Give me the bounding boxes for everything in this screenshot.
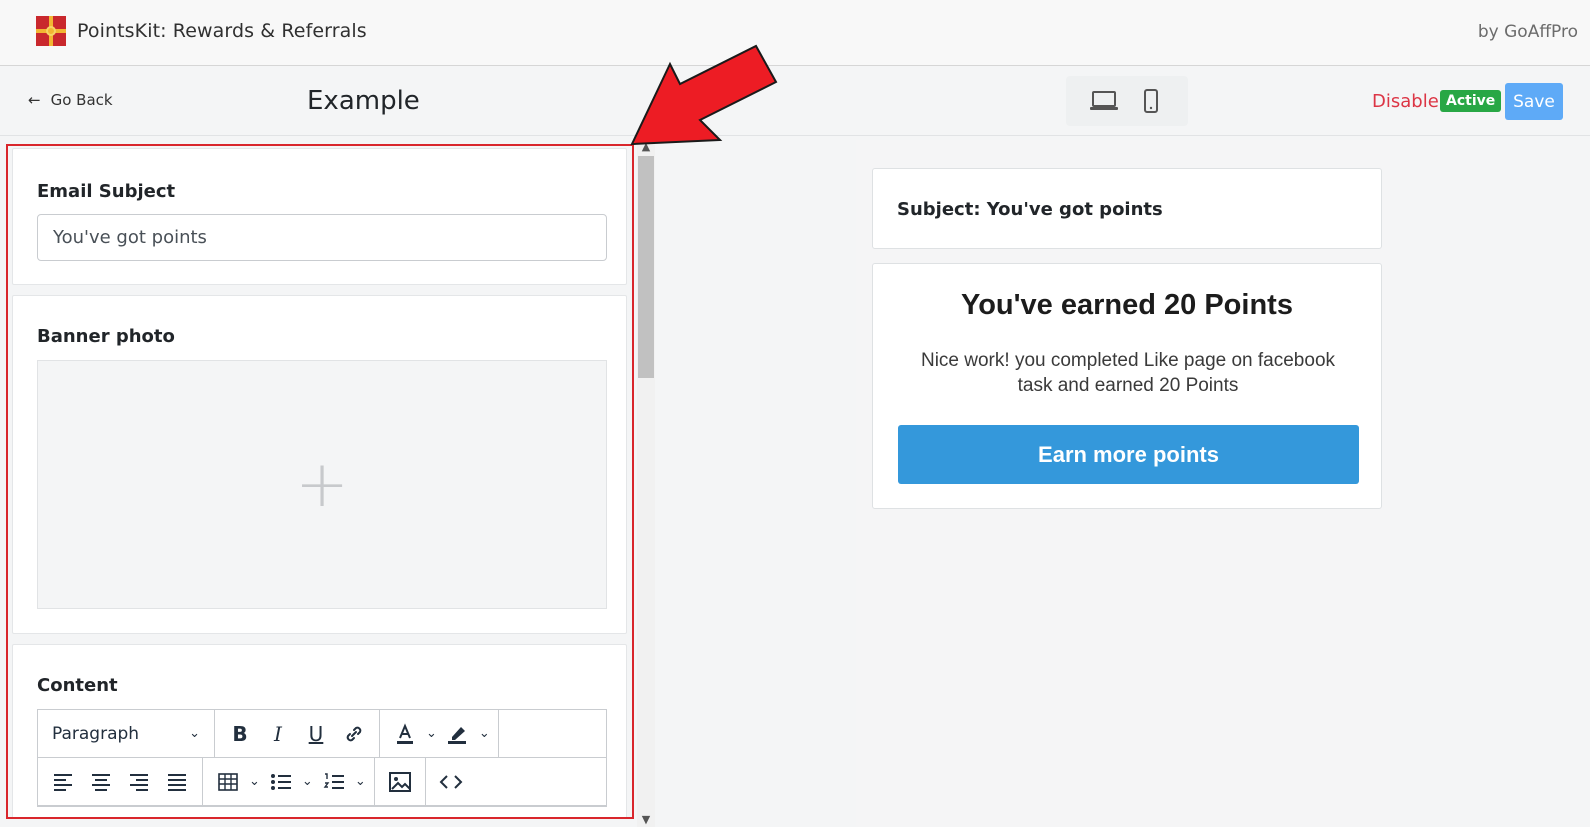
align-left-icon: [54, 773, 72, 791]
align-right-icon: [130, 773, 148, 791]
desktop-preview-button[interactable]: [1087, 86, 1121, 116]
editor-toolbar-row-1: Paragraph ⌄ B I U ⌄ ⌄: [38, 710, 606, 758]
go-back-button[interactable]: ← Go Back: [28, 91, 113, 109]
link-button[interactable]: [337, 717, 371, 751]
content-label: Content: [37, 675, 118, 696]
earn-more-points-button[interactable]: Earn more points: [898, 425, 1359, 484]
underline-icon: U: [308, 721, 324, 746]
banner-upload-dropzone[interactable]: +: [37, 360, 607, 609]
color-group: ⌄ ⌄: [380, 710, 499, 757]
by-line: by GoAffPro: [1477, 22, 1578, 42]
underline-button[interactable]: U: [299, 717, 333, 751]
arrow-left-icon: ←: [28, 91, 41, 109]
preview-subject-card: Subject: You've got points: [872, 168, 1382, 249]
align-right-button[interactable]: [122, 765, 156, 799]
editor-toolbar-row-2: ⌄ ⌄ ⌄: [38, 758, 606, 806]
preview-email-heading: You've earned 20 Points: [961, 289, 1293, 321]
align-group: [38, 758, 203, 805]
source-code-icon: [439, 774, 463, 789]
scrollbar-thumb[interactable]: [638, 156, 654, 378]
italic-icon: I: [274, 721, 282, 746]
align-left-button[interactable]: [46, 765, 80, 799]
insert-group: ⌄ ⌄ ⌄: [203, 758, 375, 805]
chevron-down-icon[interactable]: ⌄: [426, 726, 437, 741]
text-color-icon: [397, 722, 413, 744]
align-center-icon: [92, 773, 110, 791]
bullet-list-button[interactable]: [264, 765, 298, 799]
status-badge: Active: [1440, 90, 1502, 112]
preview-email-body: Nice work! you completed Like page on fa…: [920, 350, 1336, 396]
bold-button[interactable]: B: [223, 717, 257, 751]
italic-button[interactable]: I: [261, 717, 295, 751]
editor-scrollbar[interactable]: ▲ ▼: [637, 138, 655, 827]
preview-email-card: You've earned 20 Points Nice work! you c…: [872, 263, 1382, 509]
mobile-icon: [1143, 89, 1158, 113]
source-code-button[interactable]: [434, 765, 468, 799]
content-card: Content Paragraph ⌄ B I U ⌄ ⌄ ⌄ ⌄ ⌄: [12, 644, 627, 817]
link-icon: [346, 726, 362, 741]
align-center-button[interactable]: [84, 765, 118, 799]
banner-photo-label: Banner photo: [37, 326, 175, 347]
block-format-select[interactable]: Paragraph ⌄: [46, 717, 206, 751]
highlight-button[interactable]: [441, 717, 475, 751]
numbered-list-icon: [323, 772, 344, 789]
save-button[interactable]: Save: [1505, 83, 1563, 120]
banner-photo-card: Banner photo +: [12, 295, 627, 634]
bold-icon: B: [232, 721, 248, 746]
chevron-down-icon: ⌄: [189, 726, 200, 741]
rich-text-editor: Paragraph ⌄ B I U ⌄ ⌄ ⌄ ⌄ ⌄: [37, 709, 607, 807]
media-group: [375, 758, 426, 805]
laptop-icon: [1089, 91, 1118, 110]
table-button[interactable]: [211, 765, 245, 799]
block-format-value: Paragraph: [52, 723, 140, 744]
highlight-icon: [447, 726, 466, 744]
annotation-arrow-icon: [630, 44, 778, 146]
gift-logo-icon: [36, 16, 66, 46]
align-justify-icon: [168, 773, 186, 791]
numbered-list-button[interactable]: [317, 765, 351, 799]
preview-subject-line: Subject: You've got points: [897, 199, 1163, 220]
page-toolbar: ← Go Back Example Disable Active Save: [0, 66, 1590, 136]
app-header: PointsKit: Rewards & Referrals by GoAffP…: [0, 0, 1590, 66]
email-subject-card: Email Subject: [12, 148, 627, 285]
email-subject-input[interactable]: [37, 214, 607, 261]
disable-button[interactable]: Disable: [1372, 91, 1439, 112]
app-title: PointsKit: Rewards & Referrals: [77, 20, 367, 42]
insert-image-button[interactable]: [383, 765, 417, 799]
go-back-label: Go Back: [50, 91, 113, 109]
chevron-down-icon[interactable]: ⌄: [479, 726, 490, 741]
table-icon: [218, 772, 238, 791]
code-group: [426, 758, 476, 805]
mobile-preview-button[interactable]: [1134, 86, 1168, 116]
image-icon: [388, 771, 411, 792]
text-color-button[interactable]: [388, 717, 422, 751]
email-subject-label: Email Subject: [37, 181, 176, 202]
bullet-list-icon: [270, 773, 291, 790]
text-style-group: B I U: [215, 710, 380, 757]
page-title: Example: [307, 86, 420, 116]
chevron-down-icon[interactable]: ⌄: [355, 774, 366, 789]
align-justify-button[interactable]: [160, 765, 194, 799]
chevron-down-icon[interactable]: ⌄: [302, 774, 313, 789]
plus-icon: +: [295, 447, 349, 522]
chevron-down-icon[interactable]: ⌄: [249, 774, 260, 789]
scroll-down-arrow-icon[interactable]: ▼: [637, 811, 655, 827]
device-switcher: [1066, 76, 1188, 126]
format-group: Paragraph ⌄: [38, 710, 215, 757]
email-editor-panel: Email Subject Banner photo + Content Par…: [6, 144, 634, 819]
